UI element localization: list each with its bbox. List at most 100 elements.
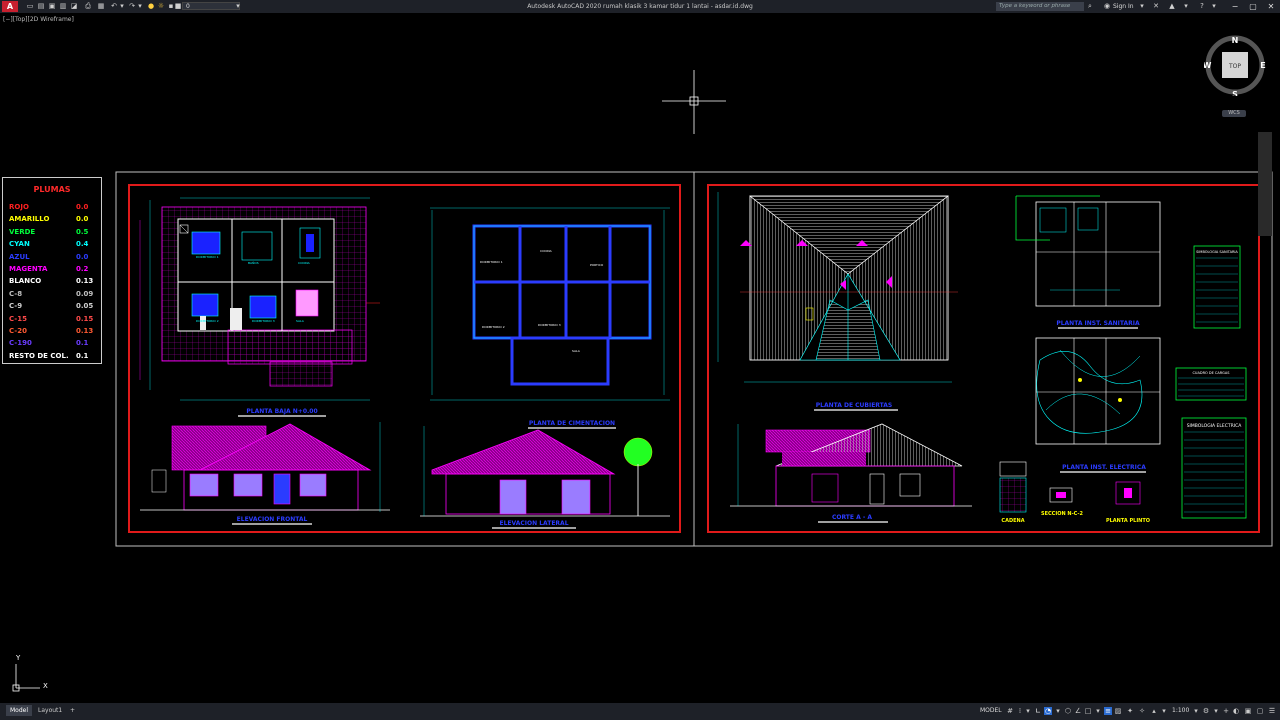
minimize-icon[interactable]: −: [1226, 0, 1244, 13]
sanitary-symbols-table: [1193, 245, 1241, 329]
title-bar: A ▭ ▤ ▣ ▥ ◪ ⎙ ▦ ↶ ▾ ↷ ▾ ● ☼ ▪ ■ 0 ▾ Auto…: [0, 0, 1280, 13]
snap-icon[interactable]: ⁞: [1016, 707, 1024, 715]
label-elevacion-lateral: ELEVACION LATERAL: [499, 520, 568, 527]
workspace-dropdown-icon[interactable]: ▾: [1212, 707, 1220, 715]
isodraft-icon[interactable]: ⬡: [1064, 707, 1072, 715]
tab-model[interactable]: Model: [6, 705, 33, 716]
label-cadena: CADENA: [1001, 518, 1024, 524]
label-simbologia-electrica: SIMBOLOGIA ELECTRICA: [1187, 423, 1243, 429]
pen-weight-value: 0.15: [76, 314, 94, 323]
pen-weight-value: 0.0: [76, 203, 89, 211]
osnap-icon[interactable]: □: [1084, 707, 1092, 715]
customization-menu-icon[interactable]: ☰: [1268, 707, 1276, 715]
isolate-objects-icon[interactable]: ◐: [1232, 707, 1240, 715]
pen-color-name: BLANCO: [9, 277, 42, 286]
pen-legend-row: MAGENTA 0.2: [9, 265, 99, 277]
grid-icon[interactable]: #: [1006, 707, 1014, 715]
pen-weight-value: 0.09: [76, 289, 94, 298]
model-space-button[interactable]: MODEL: [980, 706, 1002, 715]
polar-dropdown-icon[interactable]: ▾: [1054, 707, 1062, 715]
label-planta-plinto: PLANTA PLINTO: [1106, 518, 1150, 524]
pen-weight-value: 0.13: [76, 277, 94, 286]
lineweight-icon[interactable]: ≡: [1104, 707, 1112, 715]
pen-legend-row: CYAN 0.4: [9, 240, 99, 252]
label-planta-electrica: PLANTA INST. ELECTRICA: [1062, 464, 1146, 471]
pen-color-name: C-15: [9, 314, 27, 323]
auto-scale-icon[interactable]: ✧: [1138, 707, 1146, 715]
roof-plan-drawing: [717, 192, 958, 383]
svg-text:COCINA: COCINA: [540, 249, 553, 253]
binoculars-icon[interactable]: ⌕: [1086, 2, 1094, 10]
label-cuadro-cargas: CUADRO DE CARGAS: [1192, 371, 1230, 375]
pen-weight-value: 0.0: [76, 215, 89, 224]
svg-text:DORMITORIO 1: DORMITORIO 1: [480, 260, 503, 264]
transparency-icon[interactable]: ▨: [1114, 707, 1122, 715]
help-dropdown-icon[interactable]: ▾: [1210, 2, 1218, 10]
compass-west: W: [1204, 61, 1212, 70]
view-cube[interactable]: TOP N S E W: [1204, 34, 1266, 96]
wcs-menu-button[interactable]: WCS: [1222, 110, 1246, 117]
compass-south: S: [1232, 90, 1238, 96]
search-input[interactable]: Type a keyword or phrase: [996, 2, 1084, 11]
vertical-scrollbar[interactable]: [1258, 132, 1272, 236]
hardware-acceleration-icon[interactable]: ▣: [1244, 707, 1252, 715]
pen-weight-value: 0.4: [76, 240, 89, 249]
pen-legend-row: C-20 0.13: [9, 327, 99, 339]
ortho-icon[interactable]: ∟: [1034, 707, 1042, 715]
ucs-x-label: X: [43, 682, 48, 690]
annotation-scale-icon[interactable]: ▴: [1150, 707, 1158, 715]
label-planta-cimentacion: PLANTA DE CIMENTACION: [529, 420, 615, 427]
autodesk-app-icon[interactable]: ✕: [1152, 2, 1160, 10]
tab-add[interactable]: +: [66, 705, 79, 716]
snap-dropdown-icon[interactable]: ▾: [1024, 707, 1032, 715]
sign-in-dropdown-icon[interactable]: ▾: [1138, 2, 1146, 10]
pen-legend-row: BLANCO 0.13: [9, 277, 99, 289]
label-corte: CORTE A - A: [832, 514, 872, 521]
compass-east: E: [1260, 61, 1265, 70]
workspace-gear-icon[interactable]: ⚙: [1202, 707, 1210, 715]
help-icon[interactable]: ?: [1198, 2, 1206, 10]
viewport-controls-label[interactable]: [−][Top][2D Wireframe]: [3, 16, 74, 23]
more-dropdown-icon[interactable]: ▾: [1182, 2, 1190, 10]
polar-tracking-icon[interactable]: ◔: [1044, 707, 1052, 715]
drawing-canvas[interactable]: DORMITORIO 1 DORMITORIO 2 DORMITORIO 3 C…: [0, 13, 1280, 703]
tab-layout1[interactable]: Layout1: [34, 705, 66, 716]
status-bar: Model Layout1 + MODEL # ⁞ ▾ ∟ ◔ ▾ ⬡ ∠ □ …: [0, 703, 1280, 720]
pen-legend-row: RESTO DE COL. 0.1: [9, 352, 99, 364]
scale-dropdown-icon[interactable]: ▾: [1192, 707, 1200, 715]
pen-legend-title: PLUMAS: [33, 185, 71, 194]
pen-weight-value: 0.05: [76, 302, 94, 311]
osnap-dropdown-icon[interactable]: ▾: [1094, 707, 1102, 715]
section-drawing: [730, 423, 972, 507]
floor-plan-room-label: DORMITORIO 3: [252, 319, 275, 323]
label-elevacion-frontal: ELEVACION FRONTAL: [237, 516, 308, 523]
svg-text:DORMITORIO 2: DORMITORIO 2: [482, 325, 505, 329]
pen-legend-row: C-9 0.05: [9, 302, 99, 314]
pen-legend-row: AZUL 0.0: [9, 253, 99, 265]
svg-text:PORTICO: PORTICO: [590, 263, 604, 267]
pen-legend-row: AMARILLO 0.0: [9, 215, 99, 227]
close-icon[interactable]: ✕: [1262, 0, 1280, 13]
sign-in-link[interactable]: Sign In: [1113, 2, 1134, 11]
floor-plan-room-label: COCINA: [298, 261, 311, 265]
compass-north: N: [1232, 36, 1239, 45]
floor-plan-room-label: DORMITORIO 1: [196, 255, 219, 259]
object-snap-tracking-icon[interactable]: ∠: [1074, 707, 1082, 715]
pen-color-name: C-20: [9, 327, 27, 335]
annotation-dropdown-icon[interactable]: ▾: [1160, 707, 1168, 715]
clean-screen-icon[interactable]: ▢: [1256, 707, 1264, 715]
label-simbologia-sanitaria: SIMBOLOGIA SANITARIA: [1196, 250, 1238, 254]
maximize-icon[interactable]: ▢: [1244, 0, 1262, 13]
viewcube-top-label: TOP: [1228, 63, 1241, 70]
user-icon[interactable]: ◉: [1103, 2, 1111, 10]
floor-plan-room-label: BAÑOS: [248, 260, 259, 265]
pen-weight-value: 0.1: [76, 339, 89, 348]
scale-dropdown[interactable]: 1:100: [1172, 706, 1189, 715]
annotation-visibility-icon[interactable]: ✦: [1126, 707, 1134, 715]
add-scale-icon[interactable]: +: [1222, 707, 1230, 715]
electrical-symbols-table: [1181, 417, 1247, 519]
pen-legend-row: ROJO 0.0: [9, 203, 99, 215]
help-community-icon[interactable]: ▲: [1168, 2, 1176, 10]
floor-plan-room-label: SALA: [296, 319, 305, 323]
pen-weight-value: 0.2: [76, 265, 89, 273]
